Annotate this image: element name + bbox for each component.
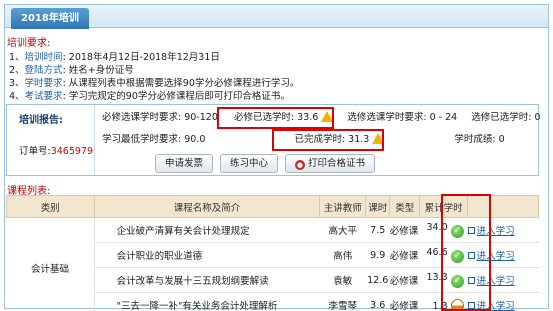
- print-certificate-button[interactable]: ● 打印合格证书: [285, 154, 375, 173]
- practice-center-button[interactable]: 练习中心: [220, 154, 278, 173]
- header-type: 类型: [389, 195, 421, 218]
- course-hours: 12.6: [365, 267, 390, 293]
- apply-invoice-button[interactable]: 申请发票: [155, 154, 213, 173]
- course-type: 必修课: [389, 267, 420, 293]
- course-name: 会计职业的职业道德: [94, 242, 320, 268]
- course-hours: 3.6: [365, 292, 390, 311]
- header-course-name: 课程名称及简介: [93, 195, 321, 218]
- required-hours-requirement: 必修选课学时要求: 90-120: [102, 112, 218, 123]
- panel-header: 2018年培训: [5, 5, 548, 29]
- course-hours: 7.5: [365, 217, 390, 243]
- course-type: 必修课: [389, 242, 420, 268]
- course-teacher: 李雪琴: [319, 292, 366, 311]
- course-teacher: 高大平: [319, 217, 366, 243]
- requirement-item: 1、培训时间: 2018年4月12日-2018年12月31日: [9, 52, 220, 63]
- course-name: "三去一降一补"有关业务会计处理解析: [94, 292, 320, 311]
- requirement-item: 2、登陆方式: 姓名+身份证号: [9, 65, 134, 76]
- category-cell: 会计基础: [6, 217, 95, 311]
- print-icon: ●: [294, 160, 305, 170]
- completed-highlight: [272, 129, 384, 151]
- course-teacher: 高伟: [319, 242, 366, 268]
- report-left: 培训报告: 订单号:3465979: [7, 105, 95, 175]
- tab-2018-training[interactable]: 2018年培训: [11, 8, 89, 29]
- elective-selected-hours: 选修已选学时: 0: [471, 112, 541, 123]
- header-hours: 课时: [365, 195, 391, 218]
- course-teacher: 袁敏: [319, 267, 366, 293]
- requirements-title: 培训要求:: [7, 38, 51, 49]
- header-category: 类别: [6, 195, 95, 218]
- requirement-item: 4、考试要求: 学习完规定的90学分必修课程后即可打印合格证书。: [9, 91, 290, 102]
- cumulative-hours-highlight: [441, 194, 491, 311]
- hours-score: 学时成绩: 0: [454, 134, 505, 145]
- course-name: 企业破产清算有关会计处理规定: [94, 217, 320, 243]
- elective-hours-requirement: 选修选课学时要求: 0 - 24: [347, 112, 458, 123]
- course-name: 会计改革与发展十三五规划纲要解读: [94, 267, 320, 293]
- min-hours-requirement: 学习最低学时要求: 90.0: [102, 134, 206, 145]
- course-type: 必修课: [389, 217, 420, 243]
- course-type: 必修课: [389, 292, 420, 311]
- order-number: 订单号:3465979: [19, 146, 94, 157]
- course-hours: 9.9: [365, 242, 390, 268]
- report-title: 培训报告:: [19, 115, 63, 126]
- header-teacher: 主讲教师: [319, 195, 367, 218]
- requirement-item: 3、学时要求: 从课程列表中根据需要选择90学分必修课程进行学习。: [9, 78, 300, 89]
- required-selected-highlight: [217, 107, 334, 129]
